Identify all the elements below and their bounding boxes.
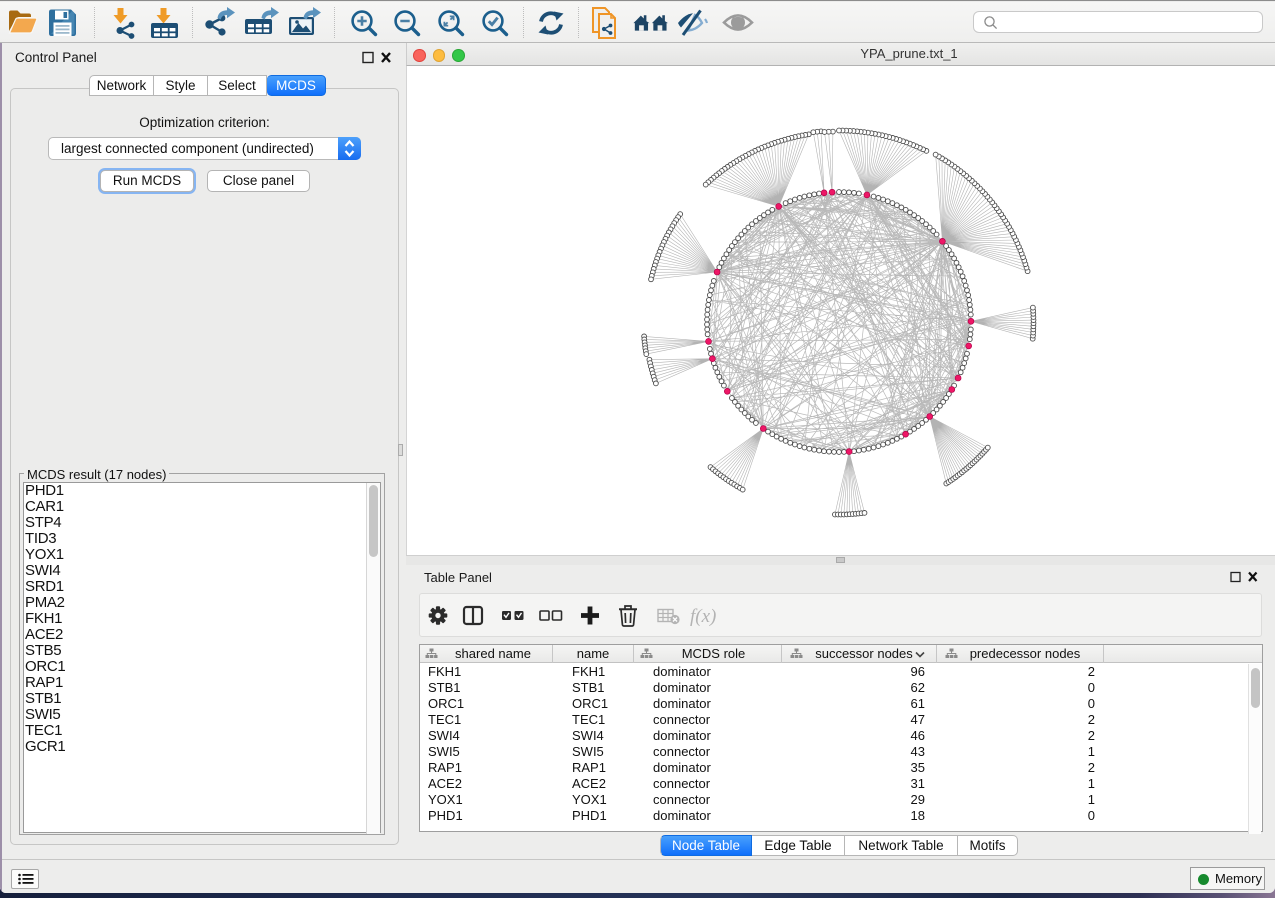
svg-text:f(x): f(x): [690, 606, 716, 627]
